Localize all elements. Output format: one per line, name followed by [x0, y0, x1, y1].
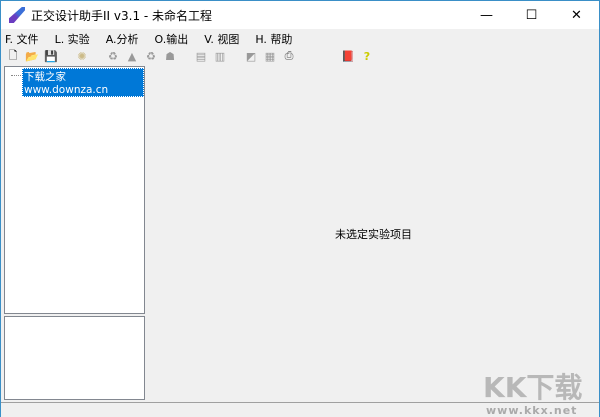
wizard-icon[interactable]: ✺: [74, 48, 90, 64]
menu-help[interactable]: H. 帮助: [255, 31, 292, 47]
new-file-icon[interactable]: 🗋: [5, 48, 21, 64]
doc-2-icon[interactable]: ▥: [212, 48, 228, 64]
warning-icon[interactable]: ▲: [124, 48, 140, 64]
window-title: 正交设计助手II v3.1 - 未命名工程: [31, 8, 213, 23]
save-icon[interactable]: 💾: [43, 48, 59, 64]
menu-view[interactable]: V. 视图: [204, 31, 239, 47]
chart-icon[interactable]: ◩: [243, 48, 259, 64]
project-tree[interactable]: 下载之家www.downza.cn: [4, 66, 145, 314]
book-icon[interactable]: 📕: [340, 48, 356, 64]
menu-output[interactable]: O.输出: [155, 31, 189, 47]
doc-icon[interactable]: ▤: [193, 48, 209, 64]
print-icon[interactable]: ⎙: [281, 48, 297, 64]
menu-file[interactable]: F. 文件: [5, 31, 39, 47]
empty-message: 未选定实验项目: [335, 228, 412, 241]
app-icon: [9, 7, 25, 23]
watermark-logo: KK下载: [483, 371, 583, 404]
details-panel: [4, 316, 145, 400]
title-bar: 正交设计助手II v3.1 - 未命名工程 — ☐ ✕: [1, 1, 599, 29]
minimize-button[interactable]: —: [464, 1, 509, 29]
menu-bar: F. 文件 L. 实验 A.分析 O.输出 V. 视图 H. 帮助: [1, 30, 308, 47]
report-icon[interactable]: ▦: [262, 48, 278, 64]
people-icon[interactable]: ☗: [162, 48, 178, 64]
maximize-button[interactable]: ☐: [509, 1, 554, 29]
recycle-icon[interactable]: ♻: [105, 48, 121, 64]
toolbar: 🗋 📂 💾 ✺ ♻ ▲ ♻ ☗ ▤ ▥ ◩ ▦ ⎙ 📕 ?: [5, 47, 378, 65]
menu-analysis[interactable]: A.分析: [106, 31, 139, 47]
menu-experiment[interactable]: L. 实验: [55, 31, 90, 47]
close-button[interactable]: ✕: [554, 1, 599, 29]
tree-connector: [11, 75, 21, 76]
watermark-url: www.kkx.net: [486, 404, 578, 417]
tree-root-item[interactable]: 下载之家www.downza.cn: [22, 68, 144, 97]
open-folder-icon[interactable]: 📂: [24, 48, 40, 64]
help-icon[interactable]: ?: [359, 48, 375, 64]
recycle-2-icon[interactable]: ♻: [143, 48, 159, 64]
